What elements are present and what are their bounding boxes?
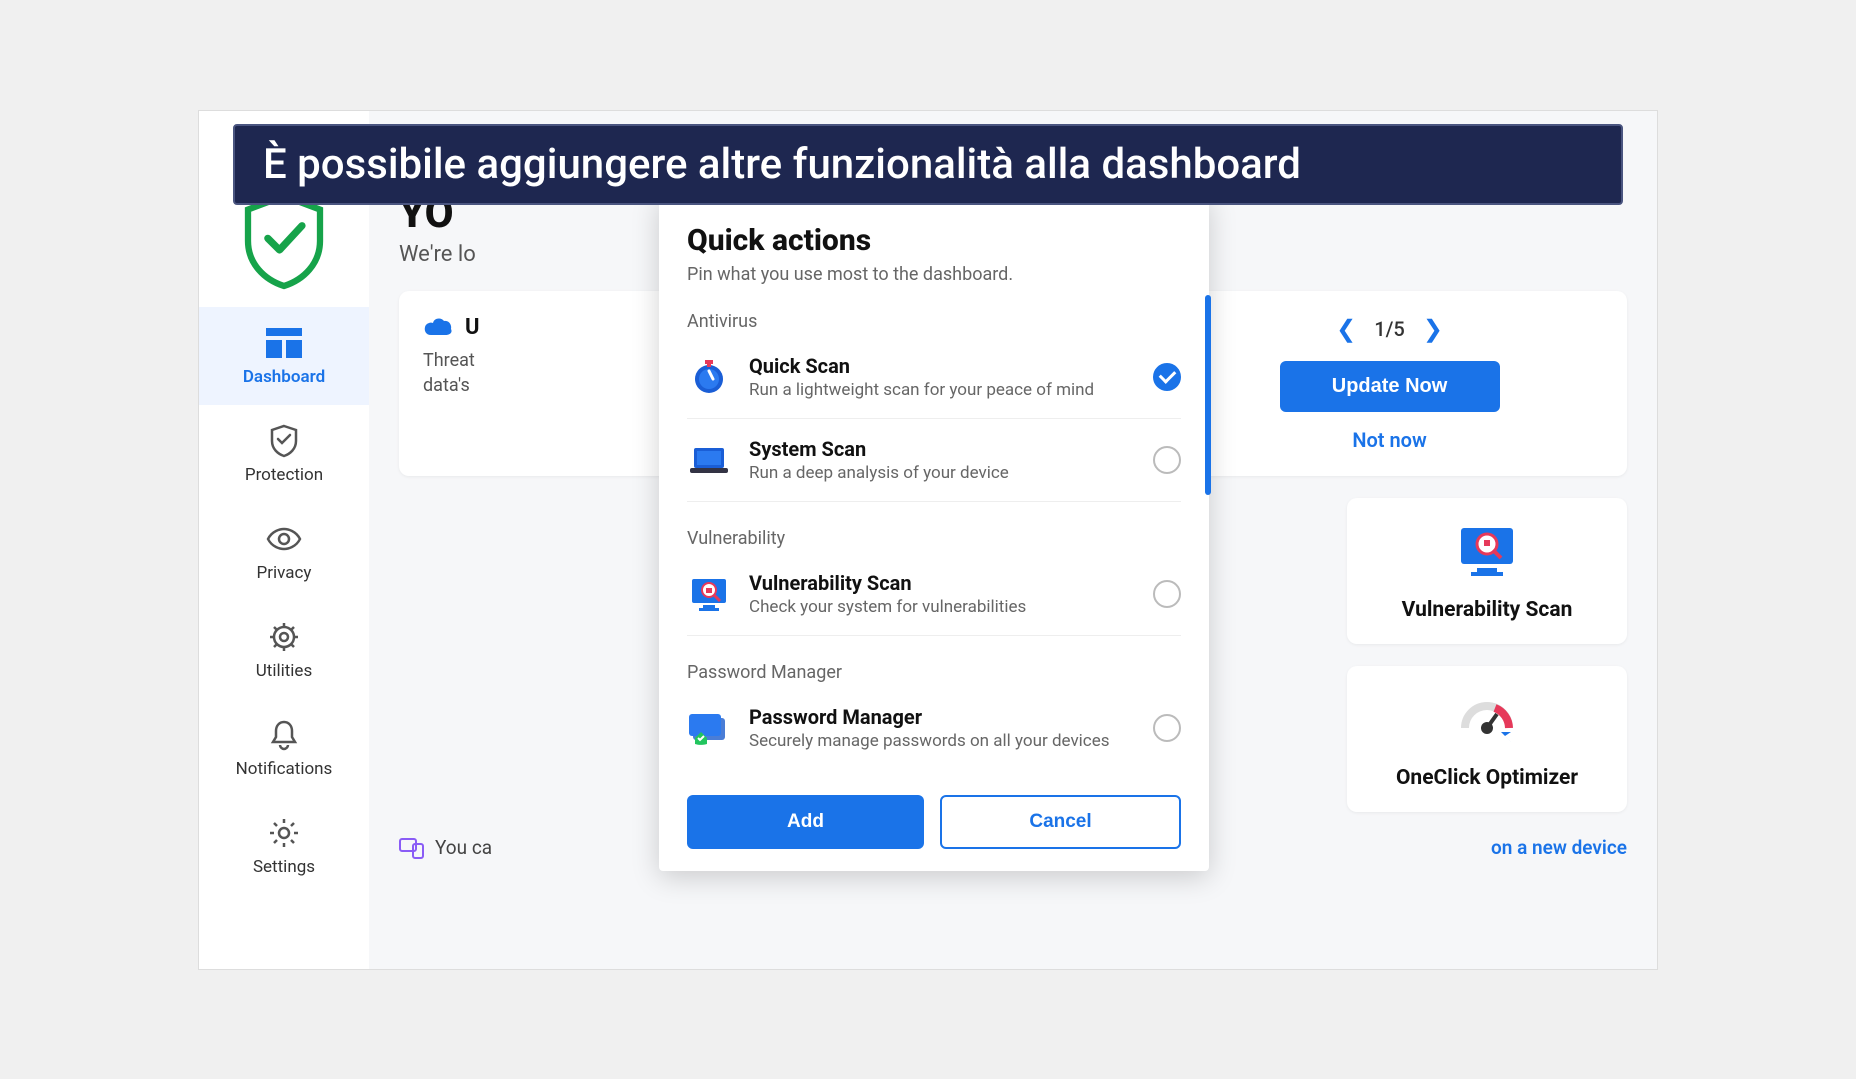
oneclick-optimizer-tile[interactable]: OneClick Optimizer	[1347, 666, 1627, 812]
option-radio[interactable]	[1153, 363, 1181, 391]
laptop-icon	[687, 438, 731, 482]
vulnerability-scan-tile[interactable]: Vulnerability Scan	[1347, 498, 1627, 644]
quick-actions-modal: Quick actions Pin what you use most to t…	[659, 195, 1209, 871]
sidebar-item-label: Notifications	[236, 759, 333, 779]
sidebar-item-utilities[interactable]: Utilities	[199, 601, 369, 699]
card-title-text: U	[465, 315, 480, 340]
devices-icon	[399, 836, 425, 860]
option-radio[interactable]	[1153, 580, 1181, 608]
pager-text: 1/5	[1374, 317, 1405, 341]
scrollbar[interactable]	[1205, 295, 1211, 495]
sidebar-item-privacy[interactable]: Privacy	[199, 503, 369, 601]
monitor-search-icon	[1455, 520, 1519, 584]
sidebar-item-label: Protection	[245, 465, 323, 485]
chevron-left-icon[interactable]: ❮	[1336, 315, 1356, 343]
option-desc: Check your system for vulnerabilities	[749, 597, 1135, 617]
update-card: ❮ 1/5 ❯ Update Now Not now	[1152, 291, 1627, 476]
option-vulnerability-scan[interactable]: Vulnerability Scan Check your system for…	[687, 553, 1181, 636]
not-now-link[interactable]: Not now	[1352, 428, 1426, 452]
option-title: Password Manager	[749, 705, 1135, 729]
sidebar-item-dashboard[interactable]: Dashboard	[199, 307, 369, 405]
bottom-note-text: You ca	[435, 836, 492, 859]
tile-title: Vulnerability Scan	[1402, 598, 1573, 622]
sidebar-item-label: Utilities	[256, 661, 312, 681]
option-system-scan[interactable]: System Scan Run a deep analysis of your …	[687, 419, 1181, 502]
chevron-right-icon[interactable]: ❯	[1423, 315, 1443, 343]
option-radio[interactable]	[1153, 446, 1181, 474]
monitor-lock-icon	[687, 572, 731, 616]
shield-check-icon	[239, 191, 329, 291]
sidebar-item-notifications[interactable]: Notifications	[199, 699, 369, 797]
app-window: Dashboard Protection Privacy Utilities	[198, 110, 1658, 970]
new-device-link[interactable]: on a new device	[1491, 836, 1627, 859]
bell-icon	[266, 717, 302, 753]
update-now-button[interactable]: Update Now	[1280, 361, 1500, 412]
modal-title: Quick actions	[687, 223, 1181, 258]
cancel-button[interactable]: Cancel	[940, 795, 1181, 849]
wallet-shield-icon	[687, 706, 731, 750]
section-vulnerability-label: Vulnerability	[687, 528, 1181, 549]
gauge-icon	[1455, 688, 1519, 752]
stopwatch-icon	[687, 355, 731, 399]
add-button[interactable]: Add	[687, 795, 924, 849]
overlay-banner: È possibile aggiungere altre funzionalit…	[233, 124, 1623, 205]
gear-icon	[266, 619, 302, 655]
option-desc: Securely manage passwords on all your de…	[749, 731, 1135, 751]
sidebar-item-protection[interactable]: Protection	[199, 405, 369, 503]
section-password-label: Password Manager	[687, 662, 1181, 683]
sidebar-item-label: Settings	[253, 857, 315, 877]
option-title: Quick Scan	[749, 354, 1135, 378]
modal-subtitle: Pin what you use most to the dashboard.	[687, 264, 1181, 285]
sidebar-item-label: Dashboard	[243, 367, 325, 387]
section-antivirus-label: Antivirus	[687, 311, 1181, 332]
shield-icon	[266, 423, 302, 459]
option-quick-scan[interactable]: Quick Scan Run a lightweight scan for yo…	[687, 336, 1181, 419]
option-title: System Scan	[749, 437, 1135, 461]
eye-icon	[266, 521, 302, 557]
option-password-manager[interactable]: Password Manager Securely manage passwor…	[687, 687, 1181, 769]
option-desc: Run a lightweight scan for your peace of…	[749, 380, 1135, 400]
tile-title: OneClick Optimizer	[1396, 766, 1578, 790]
option-title: Vulnerability Scan	[749, 571, 1135, 595]
option-radio[interactable]	[1153, 714, 1181, 742]
sidebar-item-settings[interactable]: Settings	[199, 797, 369, 895]
dashboard-icon	[266, 325, 302, 361]
cloud-icon	[423, 315, 453, 339]
pager: ❮ 1/5 ❯	[1336, 315, 1443, 343]
sidebar: Dashboard Protection Privacy Utilities	[199, 111, 369, 969]
sidebar-item-label: Privacy	[257, 563, 312, 583]
cog-icon	[266, 815, 302, 851]
option-desc: Run a deep analysis of your device	[749, 463, 1135, 483]
